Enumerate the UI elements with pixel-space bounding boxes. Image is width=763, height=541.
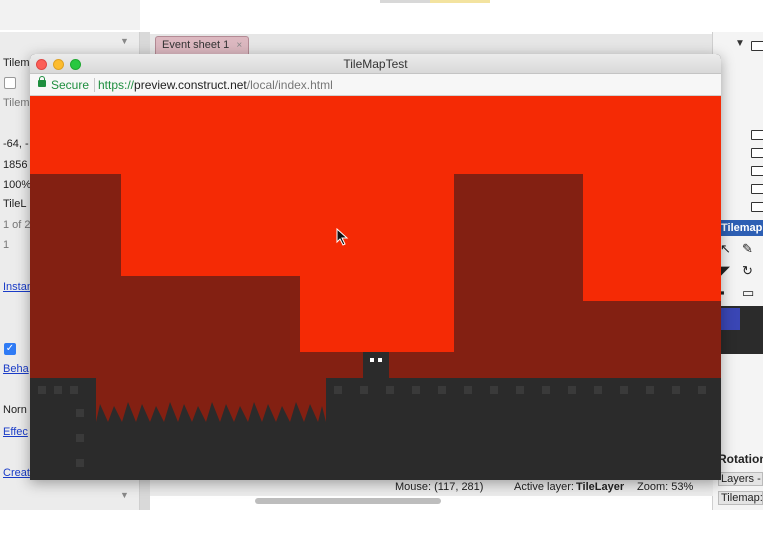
url-text[interactable]: https://preview.construct.net/local/inde… bbox=[98, 78, 333, 92]
folder-icon[interactable] bbox=[751, 184, 763, 194]
select-arrow-icon[interactable]: ↖ bbox=[720, 241, 731, 257]
tab-close-icon[interactable]: × bbox=[236, 40, 242, 51]
properties-row[interactable]: Beha bbox=[3, 363, 29, 375]
screen: ▼ ▼ Tilem Tilem -64, - 1856 100% TileL 1 of 2 1… bbox=[0, 0, 763, 541]
properties-row[interactable]: Creat bbox=[3, 467, 30, 479]
active-layer-value: TileLayer bbox=[576, 481, 625, 493]
address-separator bbox=[94, 78, 95, 92]
folder-icon[interactable] bbox=[751, 202, 763, 212]
tilemap-bar-header: Tilemap: bbox=[718, 220, 763, 236]
toolbar-accent-yellow bbox=[430, 0, 490, 3]
lock-icon bbox=[38, 76, 46, 87]
rotate-icon[interactable]: ↻ bbox=[742, 263, 753, 279]
properties-row: 1 bbox=[3, 239, 10, 251]
preview-window: TileMapTest Secure https://preview.const… bbox=[30, 54, 721, 480]
properties-row: Tilem bbox=[3, 97, 30, 109]
expand-arrow-icon[interactable]: ▼ bbox=[735, 38, 745, 49]
url-scheme: https:// bbox=[98, 78, 135, 92]
active-layer-label: Active layer: bbox=[514, 481, 574, 493]
game-viewport[interactable] bbox=[30, 96, 721, 480]
open-folder-icon[interactable]: ▭ bbox=[742, 285, 754, 301]
tab-label: Event sheet 1 bbox=[162, 39, 230, 51]
properties-row: 1856 bbox=[3, 159, 28, 171]
rotation-label: Rotation bbox=[718, 452, 763, 466]
properties-row[interactable]: Instan bbox=[3, 281, 33, 293]
scroll-up-icon[interactable]: ▼ bbox=[120, 36, 129, 46]
secure-label: Secure bbox=[51, 78, 90, 92]
url-host: preview.construct.net bbox=[134, 78, 247, 92]
toolbar-left bbox=[0, 0, 140, 30]
mouse-pointer-icon bbox=[336, 228, 349, 246]
properties-checkbox-checked[interactable]: ✓ bbox=[4, 343, 16, 355]
properties-checkbox-unchecked[interactable] bbox=[4, 77, 16, 89]
toolbar-accent bbox=[380, 0, 430, 3]
status-bar: Mouse: (117, 281) Active layer: TileLaye… bbox=[150, 478, 713, 496]
ground-tiles bbox=[30, 352, 721, 480]
flip-icon[interactable]: ◤ bbox=[720, 263, 730, 279]
tile-palette[interactable] bbox=[718, 306, 763, 354]
properties-row[interactable]: Effec bbox=[3, 426, 28, 438]
folder-icon[interactable] bbox=[751, 130, 763, 140]
properties-row: Norn bbox=[3, 404, 27, 416]
properties-row: -64, - bbox=[3, 138, 29, 150]
folder-icon[interactable] bbox=[751, 148, 763, 158]
properties-row: Tilem bbox=[3, 57, 30, 69]
editor-top-strip bbox=[0, 0, 763, 30]
folder-icon[interactable] bbox=[751, 166, 763, 176]
properties-row: 100% bbox=[3, 179, 32, 191]
pencil-icon[interactable]: ✎ bbox=[742, 241, 753, 257]
horizontal-scrollbar[interactable] bbox=[255, 498, 441, 504]
folder-icon[interactable] bbox=[751, 41, 763, 51]
properties-row: 1 of 2 bbox=[3, 219, 31, 231]
url-path: /local/index.html bbox=[246, 78, 333, 92]
window-titlebar[interactable]: TileMapTest bbox=[30, 54, 721, 74]
tab-tilemap[interactable]: Tilemap: bbox=[718, 491, 763, 505]
scroll-down-icon[interactable]: ▼ bbox=[120, 490, 129, 500]
editor-tab-strip: Event sheet 1 × bbox=[150, 34, 715, 54]
selected-tile[interactable] bbox=[720, 308, 740, 330]
zoom-level: Zoom: 53% bbox=[637, 481, 694, 493]
window-title: TileMapTest bbox=[343, 57, 408, 71]
tab-event-sheet-1[interactable]: Event sheet 1 × bbox=[155, 36, 250, 54]
address-bar[interactable]: Secure https://preview.construct.net/loc… bbox=[30, 74, 721, 96]
properties-row: TileL bbox=[3, 198, 27, 210]
mouse-coordinates: Mouse: (117, 281) bbox=[395, 481, 484, 493]
tab-layers[interactable]: Layers - bbox=[718, 472, 763, 486]
